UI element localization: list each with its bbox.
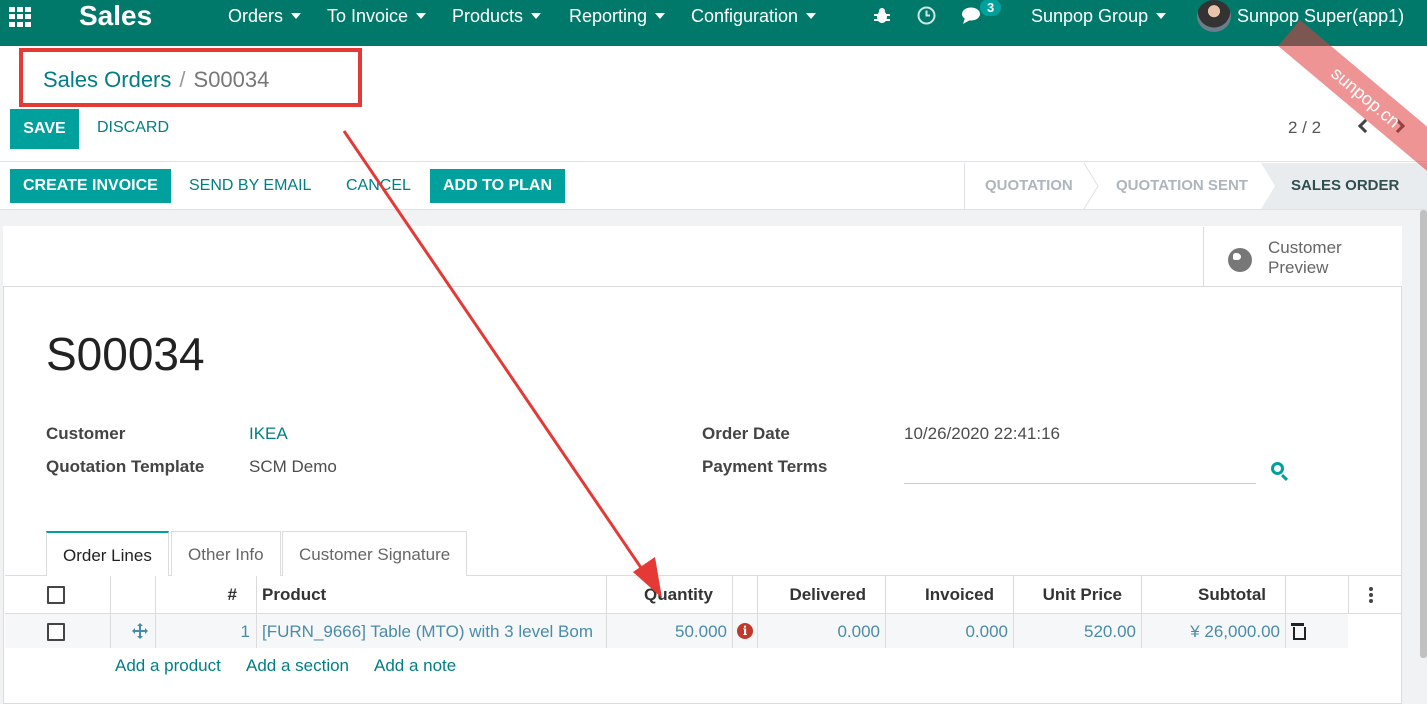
move-icon[interactable] xyxy=(131,622,149,640)
column-separator xyxy=(757,576,758,648)
apps-grid-icon[interactable] xyxy=(9,7,35,27)
row-number: 1 xyxy=(240,622,250,641)
trash-icon[interactable] xyxy=(1291,623,1306,640)
discard-button[interactable]: DISCARD xyxy=(97,117,169,139)
column-separator xyxy=(606,576,607,648)
add-note-link[interactable]: Add a note xyxy=(374,655,456,677)
info-icon[interactable]: i xyxy=(737,623,753,639)
col-header-number[interactable]: # xyxy=(200,584,237,606)
globe-icon xyxy=(1228,248,1252,272)
cancel-button[interactable]: CANCEL xyxy=(346,169,411,203)
customer-preview-label: Customer Preview xyxy=(1268,238,1342,277)
column-separator xyxy=(732,576,733,648)
stage-sales-order[interactable]: SALES ORDER xyxy=(1261,163,1427,209)
caret-down-icon xyxy=(806,13,817,19)
quotation-template-label: Quotation Template xyxy=(46,457,205,476)
breadcrumb-parent[interactable]: Sales Orders xyxy=(43,67,171,92)
stage-divider xyxy=(1083,163,1099,209)
tab-order-lines[interactable]: Order Lines xyxy=(46,531,169,576)
menu-orders[interactable]: Orders xyxy=(228,5,302,27)
menu-to-invoice[interactable]: To Invoice xyxy=(327,5,427,27)
column-separator xyxy=(155,576,156,648)
breadcrumb-separator: / xyxy=(179,67,186,92)
user-menu[interactable]: Sunpop Super(app1) xyxy=(1237,5,1404,27)
add-to-plan-button[interactable]: ADD TO PLAN xyxy=(430,169,566,203)
stage-bar: QUOTATION QUOTATION SENT SALES ORDER xyxy=(964,163,1427,209)
kebab-icon[interactable] xyxy=(1369,587,1373,603)
column-separator xyxy=(885,576,886,648)
column-separator xyxy=(1285,576,1286,648)
menu-label: Reporting xyxy=(569,6,648,26)
column-separator xyxy=(1348,576,1349,614)
save-button[interactable]: SAVE xyxy=(10,109,79,149)
clock-icon[interactable] xyxy=(917,6,936,25)
customer-value[interactable]: IKEA xyxy=(249,423,288,445)
stage-quotation[interactable]: QUOTATION xyxy=(985,163,1073,209)
send-by-email-button[interactable]: SEND BY EMAIL xyxy=(189,169,311,203)
menu-configuration[interactable]: Configuration xyxy=(691,5,817,27)
stage-divider xyxy=(1261,163,1275,209)
row-checkbox[interactable] xyxy=(47,623,65,641)
col-header-subtotal[interactable]: Subtotal xyxy=(1147,584,1266,606)
app-brand[interactable]: Sales xyxy=(79,0,152,32)
menu-label: Orders xyxy=(228,6,284,26)
order-date-label: Order Date xyxy=(702,424,790,443)
column-separator xyxy=(110,576,111,648)
column-separator xyxy=(1013,576,1014,648)
col-header-quantity[interactable]: Quantity xyxy=(612,584,713,606)
search-icon[interactable] xyxy=(1271,462,1284,475)
col-header-unit-price[interactable]: Unit Price xyxy=(1019,584,1122,606)
caret-down-icon xyxy=(291,13,302,19)
row-invoiced[interactable]: 0.000 xyxy=(891,621,1008,643)
menu-reporting[interactable]: Reporting xyxy=(569,5,666,27)
company-switcher[interactable]: Sunpop Group xyxy=(1031,5,1167,27)
payment-terms-underline xyxy=(904,483,1256,484)
col-header-product[interactable]: Product xyxy=(262,584,326,606)
select-all-checkbox[interactable] xyxy=(47,586,65,604)
row-subtotal: ¥ 26,000.00 xyxy=(1190,622,1280,641)
caret-down-icon xyxy=(655,13,666,19)
stage-quotation-sent[interactable]: QUOTATION SENT xyxy=(1116,163,1248,209)
col-header-invoiced[interactable]: Invoiced xyxy=(891,584,994,606)
breadcrumb-current: S00034 xyxy=(193,67,270,92)
breadcrumb: Sales Orders / S00034 xyxy=(43,67,269,93)
company-label: Sunpop Group xyxy=(1031,6,1149,26)
menu-products[interactable]: Products xyxy=(452,5,542,27)
order-date-value[interactable]: 10/26/2020 22:41:16 xyxy=(904,423,1060,445)
top-navbar: Sales Orders To Invoice Products Reporti… xyxy=(0,0,1427,46)
column-separator xyxy=(1141,576,1142,648)
bug-icon[interactable] xyxy=(873,7,891,25)
tab-customer-signature[interactable]: Customer Signature xyxy=(282,531,468,576)
customer-label: Customer xyxy=(46,424,126,443)
record-title: S00034 xyxy=(46,328,205,380)
row-unit-price[interactable]: 520.00 xyxy=(1019,621,1136,643)
quotation-template-value[interactable]: SCM Demo xyxy=(249,456,337,478)
row-product[interactable]: [FURN_9666] Table (MTO) with 3 level Bom xyxy=(262,621,593,643)
pager-value[interactable]: 2 / 2 xyxy=(1288,117,1321,139)
add-section-link[interactable]: Add a section xyxy=(246,655,349,677)
menu-label: To Invoice xyxy=(327,6,409,26)
scrollbar[interactable] xyxy=(1420,210,1427,658)
tab-other-info[interactable]: Other Info xyxy=(171,531,281,576)
create-invoice-button[interactable]: CREATE INVOICE xyxy=(10,169,171,203)
payment-terms-label: Payment Terms xyxy=(702,457,828,476)
row-delivered[interactable]: 0.000 xyxy=(763,621,880,643)
avatar[interactable] xyxy=(1197,0,1231,32)
add-product-link[interactable]: Add a product xyxy=(115,655,221,677)
menu-label: Products xyxy=(452,6,524,26)
row-quantity[interactable]: 50.000 xyxy=(612,621,727,643)
caret-down-icon xyxy=(416,13,427,19)
chat-count-badge: 3 xyxy=(980,0,1002,16)
caret-down-icon xyxy=(1156,13,1167,19)
caret-down-icon xyxy=(531,13,542,19)
smart-button-box xyxy=(3,226,1402,287)
menu-label: Configuration xyxy=(691,6,799,26)
column-separator xyxy=(256,576,257,648)
col-header-delivered[interactable]: Delivered xyxy=(763,584,866,606)
